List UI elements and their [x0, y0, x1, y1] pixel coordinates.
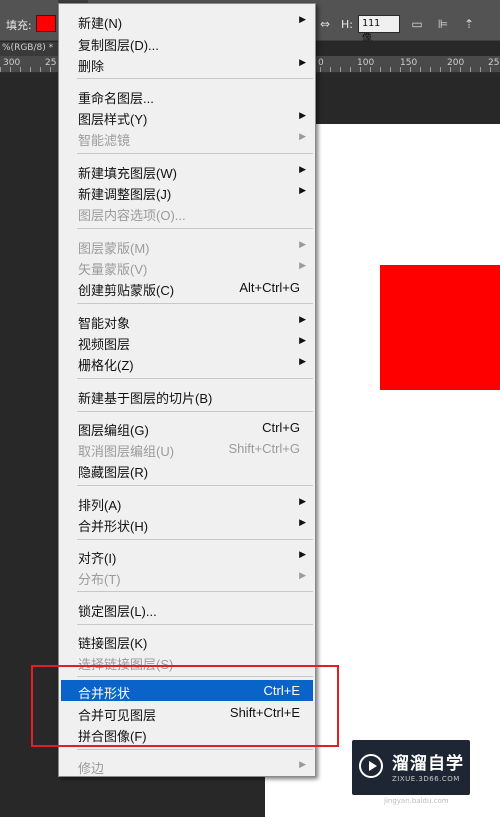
menu-item-label: 栅格化(Z) [78, 358, 134, 373]
menu-item-label: 合并形状(H) [78, 519, 149, 534]
menu-item-group-layers[interactable]: 图层编组(G) Ctrl+G [59, 417, 315, 438]
menu-item-delete[interactable]: 删除 ▶ [59, 53, 315, 74]
menu-item-vector-mask: 矢量蒙版(V) ▶ [59, 256, 315, 277]
submenu-arrow-icon: ▶ [299, 110, 306, 120]
watermark-subtitle: ZIXUE.3D66.COM [392, 775, 460, 783]
submenu-arrow-icon: ▶ [299, 185, 306, 195]
menu-separator [77, 303, 313, 304]
menu-item-label: 链接图层(K) [78, 636, 148, 651]
play-icon [359, 754, 383, 778]
menu-separator [77, 378, 313, 379]
menu-item-label: 新建调整图层(J) [78, 187, 172, 202]
submenu-arrow-icon: ▶ [299, 260, 306, 270]
menu-separator [77, 153, 313, 154]
menu-item-new[interactable]: 新建(N) ▶ [59, 10, 315, 31]
menu-item-label: 分布(T) [78, 572, 121, 587]
menu-separator [77, 411, 313, 412]
menu-item-rename-layer[interactable]: 重命名图层... [59, 85, 315, 106]
menu-item-new-fill-layer[interactable]: 新建填充图层(W) ▶ [59, 160, 315, 181]
submenu-arrow-icon: ▶ [299, 164, 306, 174]
menu-item-shortcut: Ctrl+G [262, 420, 300, 435]
menu-item-label: 图层编组(G) [78, 423, 149, 438]
menu-item-align[interactable]: 对齐(I) ▶ [59, 545, 315, 566]
menu-separator [77, 749, 313, 750]
height-input[interactable]: 111 像 [358, 15, 400, 44]
menu-item-smart-object[interactable]: 智能对象 ▶ [59, 310, 315, 331]
menu-item-label: 新建(N) [78, 16, 123, 31]
red-rectangle-shape[interactable] [380, 265, 500, 390]
menu-item-lock-layers[interactable]: 锁定图层(L)... [59, 598, 315, 619]
menu-item-label: 图层样式(Y) [78, 112, 148, 127]
align-icon[interactable]: ⊫ [434, 15, 452, 33]
submenu-arrow-icon: ▶ [299, 496, 306, 506]
height-label: H: [341, 18, 353, 31]
annotation-highlight-box [31, 665, 339, 747]
submenu-arrow-icon: ▶ [299, 314, 306, 324]
menu-item-layer-mask: 图层蒙版(M) ▶ [59, 235, 315, 256]
menu-item-label: 修边 [78, 761, 105, 776]
submenu-arrow-icon: ▶ [299, 57, 306, 67]
menu-item-label: 隐藏图层(R) [78, 465, 149, 480]
submenu-arrow-icon: ▶ [299, 239, 306, 249]
menu-separator [77, 78, 313, 79]
submenu-arrow-icon: ▶ [299, 570, 306, 580]
menu-item-video-layer[interactable]: 视频图层 ▶ [59, 331, 315, 352]
menu-item-ungroup-layers: 取消图层编组(U) Shift+Ctrl+G [59, 438, 315, 459]
watermark-title: 溜溜自学 [392, 754, 464, 774]
menu-item-rasterize[interactable]: 栅格化(Z) ▶ [59, 352, 315, 373]
menu-item-label: 新建基于图层的切片(B) [78, 391, 213, 406]
menu-item-combine-shapes[interactable]: 合并形状(H) ▶ [59, 513, 315, 534]
menu-item-label: 对齐(I) [78, 551, 117, 566]
submenu-arrow-icon: ▶ [299, 131, 306, 141]
menu-item-label: 创建剪贴蒙版(C) [78, 283, 175, 298]
menu-item-new-layer-based-slice[interactable]: 新建基于图层的切片(B) [59, 385, 315, 406]
menu-item-label: 删除 [78, 59, 105, 74]
menu-item-layer-style[interactable]: 图层样式(Y) ▶ [59, 106, 315, 127]
menu-separator [77, 485, 313, 486]
submenu-arrow-icon: ▶ [299, 14, 306, 24]
layer-menu-dropdown: 新建(N) ▶ 复制图层(D)... 删除 ▶ 重命名图层... 图层样式(Y) ▶ … [58, 3, 316, 777]
menu-item-label: 新建填充图层(W) [78, 166, 177, 181]
menu-item-label: 智能对象 [78, 316, 131, 331]
menu-item-new-adjustment-layer[interactable]: 新建调整图层(J) ▶ [59, 181, 315, 202]
watermark-logo: 溜溜自学 ZIXUE.3D66.COM [352, 740, 470, 795]
menu-item-label: 图层蒙版(M) [78, 241, 150, 256]
menu-item-label: 排列(A) [78, 498, 122, 513]
submenu-arrow-icon: ▶ [299, 517, 306, 527]
menu-separator [77, 228, 313, 229]
menu-item-create-clipping-mask[interactable]: 创建剪贴蒙版(C) Alt+Ctrl+G [59, 277, 315, 298]
submenu-arrow-icon: ▶ [299, 335, 306, 345]
submenu-arrow-icon: ▶ [299, 549, 306, 559]
menu-item-label: 取消图层编组(U) [78, 444, 175, 459]
fill-color-swatch[interactable] [36, 15, 56, 32]
menu-item-hide-layers[interactable]: 隐藏图层(R) [59, 459, 315, 480]
menu-item-link-layers[interactable]: 链接图层(K) [59, 630, 315, 651]
menu-item-layer-content-options: 图层内容选项(O)... [59, 202, 315, 223]
menu-separator [77, 624, 313, 625]
menu-item-label: 视频图层 [78, 337, 131, 352]
submenu-arrow-icon: ▶ [299, 759, 306, 769]
fill-label: 填充: [6, 19, 32, 32]
menu-item-label: 重命名图层... [78, 91, 154, 106]
menu-item-label: 复制图层(D)... [78, 38, 159, 53]
menu-separator [77, 539, 313, 540]
menu-item-label: 图层内容选项(O)... [78, 208, 186, 223]
menu-item-arrange[interactable]: 排列(A) ▶ [59, 492, 315, 513]
watermark-url: jingyan.baidu.com [384, 797, 449, 805]
menu-item-label: 锁定图层(L)... [78, 604, 157, 619]
menu-separator [77, 591, 313, 592]
menu-item-smart-filter: 智能滤镜 ▶ [59, 127, 315, 148]
menu-item-label: 智能滤镜 [78, 133, 131, 148]
link-icon[interactable]: ⇔ [320, 17, 330, 31]
submenu-arrow-icon: ▶ [299, 356, 306, 366]
menu-item-matting: 修边 ▶ [59, 755, 315, 776]
menu-item-label: 矢量蒙版(V) [78, 262, 148, 277]
menu-item-duplicate-layer[interactable]: 复制图层(D)... [59, 32, 315, 53]
menu-item-distribute: 分布(T) ▶ [59, 566, 315, 587]
rect-icon[interactable]: ▭ [408, 15, 426, 33]
menu-item-shortcut: Alt+Ctrl+G [239, 280, 300, 295]
arrange-icon[interactable]: ⇡ [460, 15, 478, 33]
menu-item-shortcut: Shift+Ctrl+G [228, 441, 300, 456]
document-tab[interactable]: %(RGB/8) * [0, 42, 58, 56]
